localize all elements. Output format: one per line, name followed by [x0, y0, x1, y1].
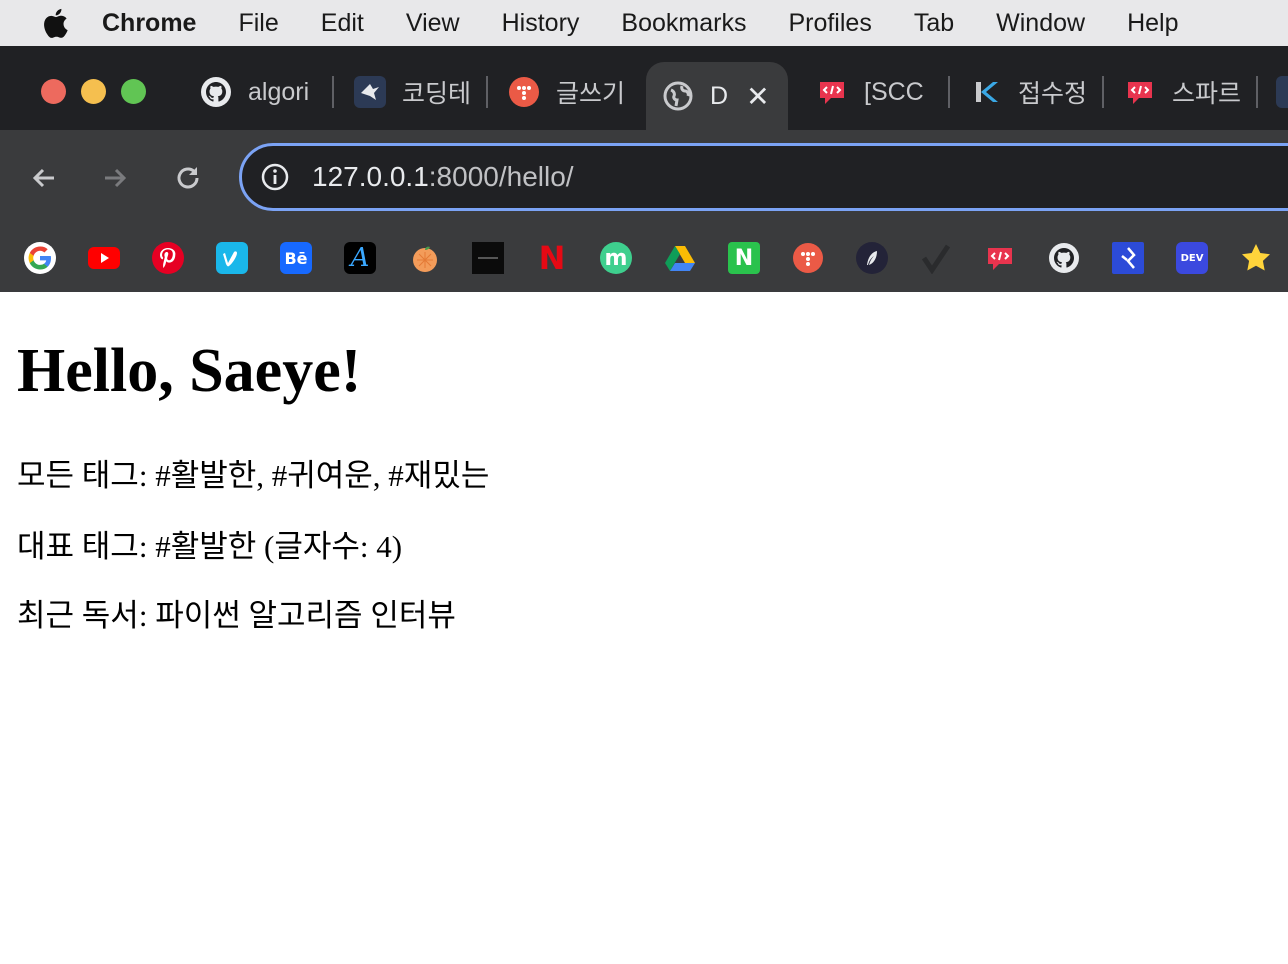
tab-title: D: [710, 81, 729, 110]
menu-window[interactable]: Window: [996, 9, 1085, 38]
tab-title: 접수정: [1018, 80, 1088, 108]
pinterest-icon[interactable]: [152, 242, 184, 274]
behance-icon[interactable]: Bē: [280, 242, 312, 274]
code-bubble-icon: [816, 76, 848, 108]
tab-writing[interactable]: 글쓰기: [508, 62, 626, 122]
dev-icon[interactable]: DEV: [1176, 242, 1208, 274]
blue-k-icon[interactable]: [1112, 242, 1144, 274]
close-window-button[interactable]: [41, 79, 66, 104]
a-icon[interactable]: A: [344, 242, 376, 274]
close-tab-icon[interactable]: ✕: [746, 80, 769, 113]
k-icon: [970, 76, 1002, 108]
github-icon[interactable]: [1048, 242, 1080, 274]
menu-chrome[interactable]: Chrome: [102, 9, 196, 38]
menu-view[interactable]: View: [406, 9, 460, 38]
dots-icon: [508, 76, 540, 108]
tab-coding-test[interactable]: 코딩테: [354, 62, 488, 122]
tab-active[interactable]: D ✕: [646, 62, 788, 130]
check-icon[interactable]: [920, 242, 952, 274]
back-button[interactable]: [26, 160, 62, 196]
dark-bar-icon[interactable]: [472, 242, 504, 274]
url-host: 127.0.0.1: [312, 161, 429, 192]
menu-history[interactable]: History: [502, 9, 580, 38]
google-icon[interactable]: [24, 242, 56, 274]
tab-separator: [1102, 76, 1104, 108]
reload-button[interactable]: [170, 160, 206, 196]
macos-menu-bar: Chrome File Edit View History Bookmarks …: [0, 0, 1288, 46]
site-info-icon[interactable]: [260, 162, 290, 192]
web-page-content: Hello, Saeye! 모든 태그: #활발한, #귀여운, #재밌는 대표…: [0, 292, 1288, 964]
main-tag-text: 대표 태그: #활발한 (글자수: 4): [17, 529, 403, 564]
url-text: 127.0.0.1:8000/hello/: [312, 161, 574, 193]
tab-title: [SCC: [864, 77, 924, 106]
bookmarks-bar: Bē A N m N DEV: [0, 226, 1288, 292]
code-bubble-icon[interactable]: [984, 242, 1016, 274]
forward-button[interactable]: [97, 160, 133, 196]
tab-algori[interactable]: algori: [200, 62, 334, 122]
menu-bookmarks[interactable]: Bookmarks: [621, 9, 746, 38]
recent-reading-text: 최근 독서: 파이썬 알고리즘 인터뷰: [17, 598, 456, 633]
tab-separator: [486, 76, 488, 108]
dots-icon[interactable]: [792, 242, 824, 274]
drive-icon[interactable]: [664, 242, 696, 274]
menu-edit[interactable]: Edit: [321, 9, 364, 38]
code-bubble-icon: [1124, 76, 1156, 108]
youtube-icon[interactable]: [88, 242, 120, 274]
menu-help[interactable]: Help: [1127, 9, 1178, 38]
page-heading: Hello, Saeye!: [17, 337, 362, 405]
github-icon: [200, 76, 232, 108]
tab-title: 코딩테: [402, 80, 472, 108]
tab-separator: [332, 76, 334, 108]
tab-separator: [1256, 76, 1258, 108]
apple-icon[interactable]: [40, 8, 70, 38]
browser-toolbar: 127.0.0.1:8000/hello/: [0, 130, 1288, 226]
m-icon[interactable]: m: [600, 242, 632, 274]
menu-tab[interactable]: Tab: [914, 9, 954, 38]
tab-strip: algori 코딩테 글쓰기 D ✕ [SCC 접수정 스파르: [0, 46, 1288, 130]
zoom-window-button[interactable]: [121, 79, 146, 104]
url-path: :8000/hello/: [428, 161, 574, 192]
address-bar[interactable]: 127.0.0.1:8000/hello/: [239, 143, 1288, 211]
tab-scc[interactable]: [SCC: [816, 62, 950, 122]
tab-title: 스파르: [1172, 80, 1242, 108]
globe-icon: [662, 80, 694, 112]
tab-title: algori: [248, 77, 310, 106]
tab-registration[interactable]: 접수정: [970, 62, 1104, 122]
tab-title: 글쓰기: [556, 80, 626, 108]
menu-file[interactable]: File: [238, 9, 278, 38]
partial-tab-icon: [1276, 76, 1288, 108]
tab-separator: [948, 76, 950, 108]
minimize-window-button[interactable]: [81, 79, 106, 104]
netflix-icon[interactable]: N: [536, 242, 568, 274]
n-icon[interactable]: N: [728, 242, 760, 274]
menu-profiles[interactable]: Profiles: [788, 9, 871, 38]
feather-icon[interactable]: [856, 242, 888, 274]
browser-window-chrome: algori 코딩테 글쓰기 D ✕ [SCC 접수정 스파르 127.0.0.…: [0, 46, 1288, 292]
tab-overflow[interactable]: [1276, 62, 1288, 122]
star-icon[interactable]: [1240, 242, 1272, 274]
bird-icon: [354, 76, 386, 108]
tab-sparta[interactable]: 스파르: [1124, 62, 1258, 122]
orange-icon[interactable]: [408, 242, 440, 274]
vimeo-icon[interactable]: [216, 242, 248, 274]
all-tags-text: 모든 태그: #활발한, #귀여운, #재밌는: [17, 458, 490, 493]
